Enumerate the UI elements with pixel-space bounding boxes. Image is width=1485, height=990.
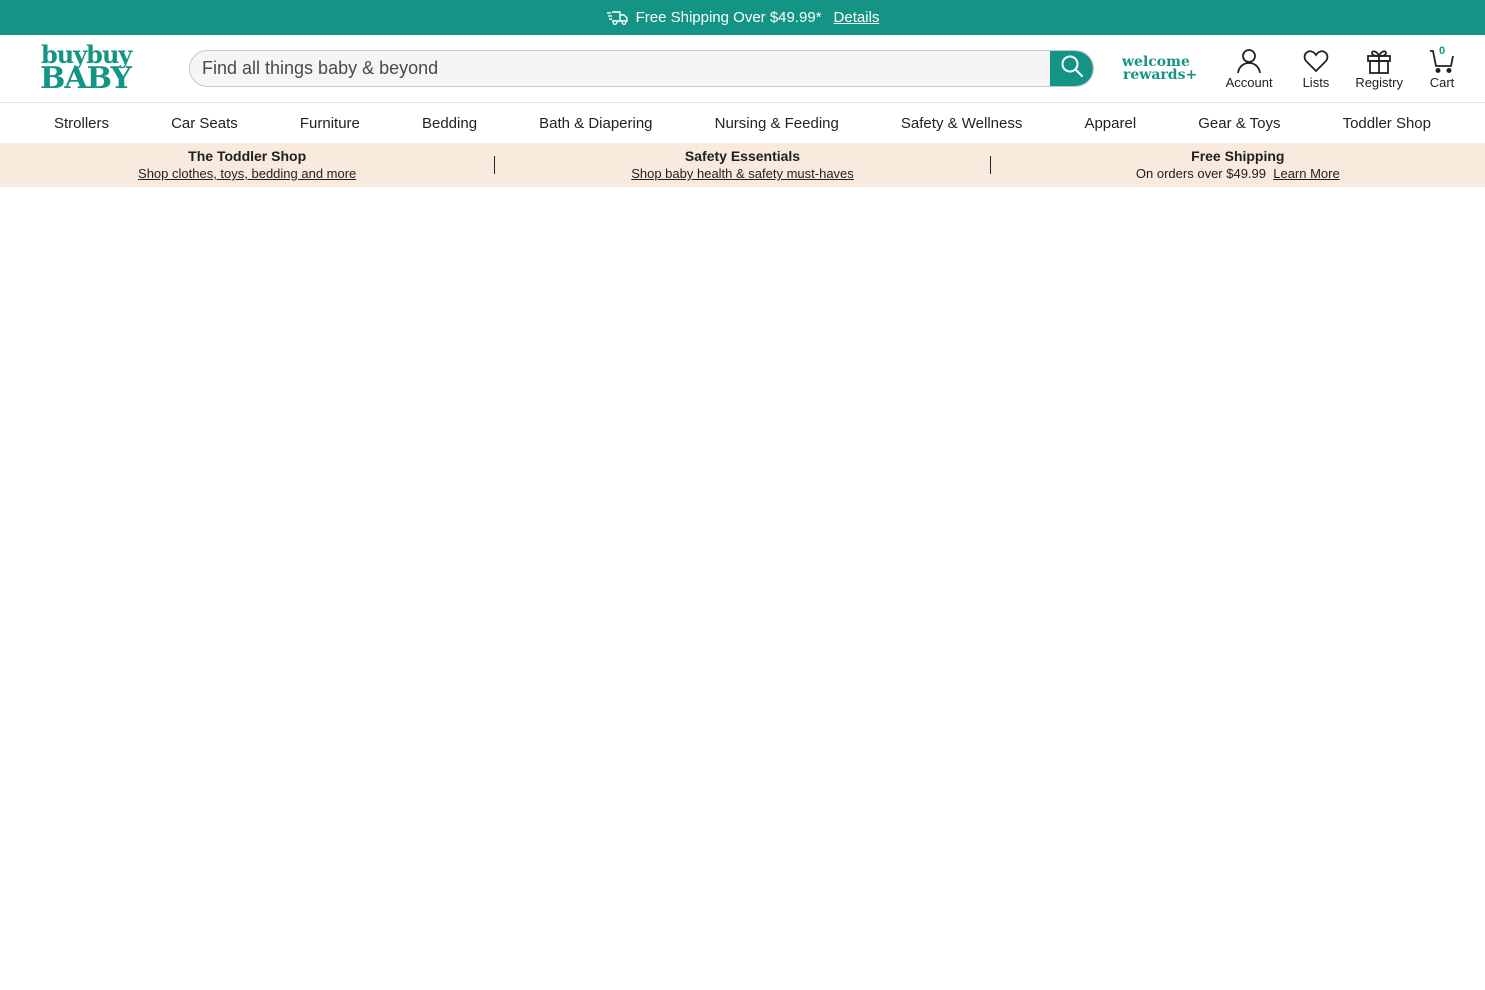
safety-essentials-promo: Safety Essentials Shop baby health & saf… bbox=[495, 148, 989, 182]
lists-label: Lists bbox=[1302, 74, 1330, 90]
category-furniture[interactable]: Furniture bbox=[300, 115, 360, 132]
heart-icon bbox=[1303, 48, 1329, 74]
cart-count-badge: 0 bbox=[1438, 44, 1446, 57]
toddler-shop-link[interactable]: Shop clothes, toys, bedding and more bbox=[138, 166, 356, 181]
free-shipping-text: On orders over $49.99 bbox=[1135, 166, 1266, 181]
safety-essentials-title: Safety Essentials bbox=[684, 148, 801, 164]
registry-button[interactable]: Registry bbox=[1355, 48, 1403, 90]
category-toddler-shop[interactable]: Toddler Shop bbox=[1343, 115, 1431, 132]
search-bar bbox=[189, 50, 1094, 87]
promo-bar: Free Shipping Over $49.99* Details bbox=[0, 0, 1485, 35]
category-bath-diapering[interactable]: Bath & Diapering bbox=[539, 115, 652, 132]
search-button[interactable] bbox=[1050, 51, 1093, 86]
learn-more-link[interactable]: Learn More bbox=[1273, 166, 1339, 181]
cart-button[interactable]: 0 Cart bbox=[1429, 44, 1455, 90]
promo-details-link[interactable]: Details bbox=[834, 9, 880, 26]
search-input[interactable] bbox=[190, 51, 1050, 86]
truck-icon bbox=[606, 10, 628, 26]
site-header: buybuy BABY welcome rewards+ Acco bbox=[0, 35, 1485, 103]
user-icon bbox=[1236, 48, 1262, 74]
category-safety-wellness[interactable]: Safety & Wellness bbox=[901, 115, 1022, 132]
cart-icon: 0 bbox=[1429, 44, 1455, 74]
free-shipping-title: Free Shipping bbox=[1191, 148, 1285, 164]
category-bedding[interactable]: Bedding bbox=[422, 115, 477, 132]
safety-essentials-link[interactable]: Shop baby health & safety must-haves bbox=[631, 166, 854, 181]
registry-label: Registry bbox=[1355, 74, 1403, 90]
main-content bbox=[0, 187, 1485, 988]
category-strollers[interactable]: Strollers bbox=[54, 115, 109, 132]
rewards-line-2: rewards+ bbox=[1123, 66, 1198, 83]
logo-line-2: BABY bbox=[40, 60, 132, 96]
category-nursing-feeding[interactable]: Nursing & Feeding bbox=[715, 115, 839, 132]
header-actions: Account Lists Registry 0 Cart bbox=[1226, 44, 1455, 90]
toddler-shop-promo: The Toddler Shop Shop clothes, toys, bed… bbox=[0, 148, 494, 182]
account-label: Account bbox=[1225, 74, 1273, 90]
lists-button[interactable]: Lists bbox=[1302, 48, 1330, 90]
info-strip: The Toddler Shop Shop clothes, toys, bed… bbox=[0, 143, 1485, 187]
free-shipping-promo: Free Shipping On orders over $49.99 Lear… bbox=[991, 148, 1485, 182]
search-icon bbox=[1060, 54, 1084, 83]
welcome-rewards-link[interactable]: welcome rewards+ bbox=[1122, 55, 1198, 83]
cart-label: Cart bbox=[1429, 74, 1455, 90]
category-gear-toys[interactable]: Gear & Toys bbox=[1198, 115, 1280, 132]
account-button[interactable]: Account bbox=[1226, 48, 1273, 90]
category-nav: Strollers Car Seats Furniture Bedding Ba… bbox=[0, 103, 1485, 143]
promo-text: Free Shipping Over $49.99* bbox=[635, 9, 822, 26]
category-apparel[interactable]: Apparel bbox=[1084, 115, 1136, 132]
gift-icon bbox=[1366, 48, 1392, 74]
category-car-seats[interactable]: Car Seats bbox=[171, 115, 238, 132]
toddler-shop-title: The Toddler Shop bbox=[188, 148, 307, 164]
buybuy-baby-logo[interactable]: buybuy BABY bbox=[40, 42, 140, 96]
